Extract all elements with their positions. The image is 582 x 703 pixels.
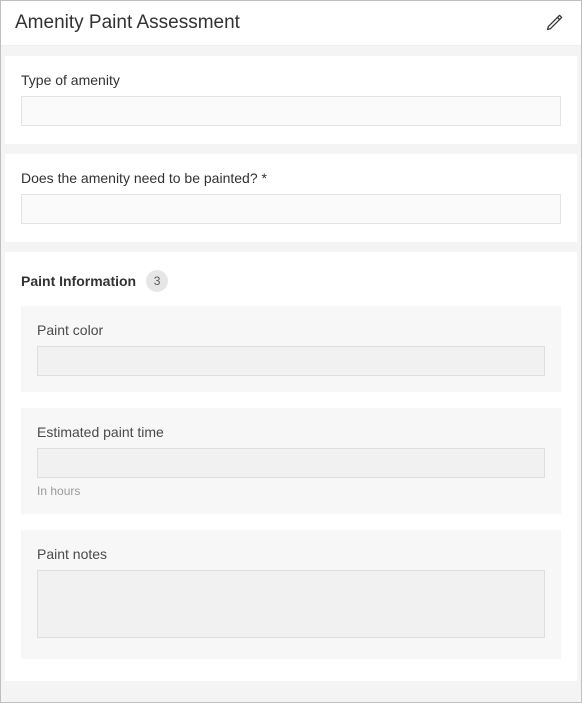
- group-header: Paint Information 3: [21, 270, 561, 292]
- paint-time-input[interactable]: [37, 448, 545, 478]
- group-title: Paint Information: [21, 273, 136, 289]
- question-label: Paint notes: [37, 546, 545, 562]
- question-label: Estimated paint time: [37, 424, 545, 440]
- group-count-badge: 3: [146, 270, 168, 292]
- needs-paint-input[interactable]: [21, 194, 561, 224]
- group-paint-information[interactable]: Paint Information 3 Paint color Estimate…: [5, 252, 577, 681]
- paint-notes-input[interactable]: [37, 570, 545, 638]
- amenity-type-input[interactable]: [21, 96, 561, 126]
- question-needs-paint[interactable]: Does the amenity need to be painted? *: [5, 154, 577, 242]
- pencil-icon: [545, 12, 565, 35]
- form-preview-window: Amenity Paint Assessment Type of amenity…: [0, 0, 582, 703]
- question-hint: In hours: [37, 484, 545, 498]
- form-header: Amenity Paint Assessment: [1, 1, 581, 46]
- question-label: Type of amenity: [21, 72, 561, 88]
- form-body: Type of amenity Does the amenity need to…: [1, 46, 581, 702]
- question-paint-time[interactable]: Estimated paint time In hours: [21, 408, 561, 514]
- question-label: Does the amenity need to be painted? *: [21, 170, 561, 186]
- question-paint-color[interactable]: Paint color: [21, 306, 561, 392]
- question-amenity-type[interactable]: Type of amenity: [5, 56, 577, 144]
- form-title: Amenity Paint Assessment: [15, 12, 240, 34]
- paint-color-input[interactable]: [37, 346, 545, 376]
- question-paint-notes[interactable]: Paint notes: [21, 530, 561, 659]
- question-label: Paint color: [37, 322, 545, 338]
- edit-button[interactable]: [543, 11, 567, 35]
